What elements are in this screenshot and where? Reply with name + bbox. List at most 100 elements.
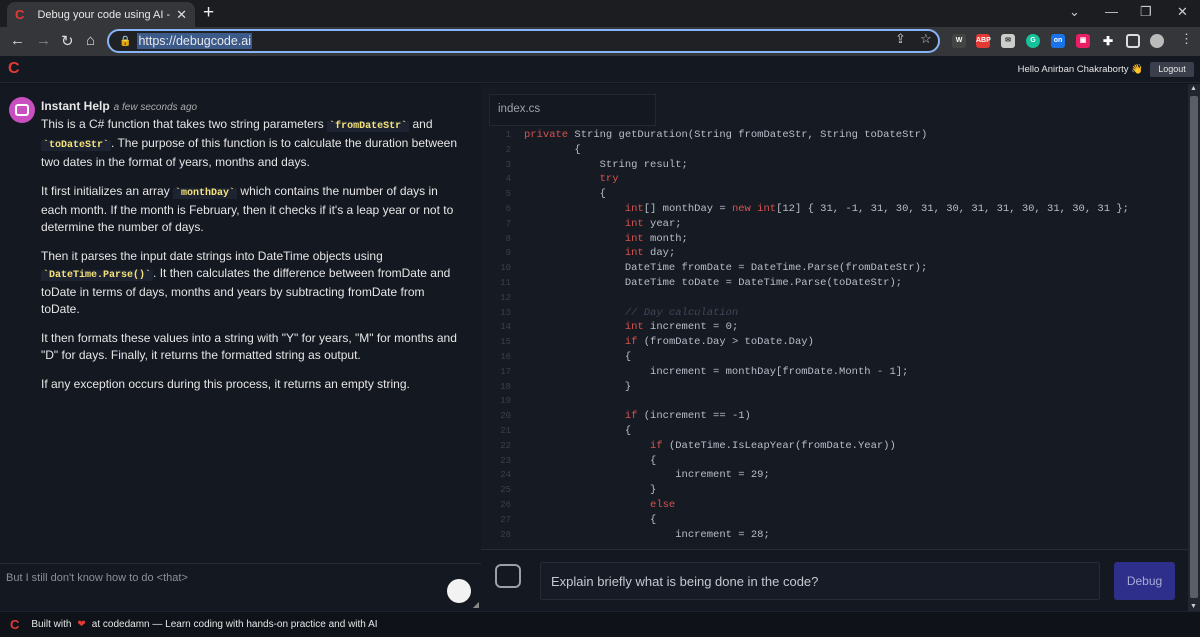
line-number: 15 xyxy=(500,337,511,348)
code-line[interactable]: 11 DateTime toDate = DateTime.Parse(toDa… xyxy=(481,276,1188,291)
code-line[interactable]: 23 { xyxy=(481,454,1188,469)
ask-bar: Explain briefly what is being done in th… xyxy=(481,549,1188,611)
code-line[interactable]: 25 } xyxy=(481,483,1188,498)
menu-dots-icon[interactable]: ⋮ xyxy=(1180,31,1193,47)
code-line[interactable]: 13 // Day calculation xyxy=(481,306,1188,321)
browser-tab-bar: C Debug your code using AI - Debu ✕ + ⌄ … xyxy=(0,0,1200,27)
profile-avatar[interactable] xyxy=(1150,34,1164,48)
code-line[interactable]: 26 else xyxy=(481,498,1188,513)
footer-built-with: Built with xyxy=(31,619,72,630)
code-text: int year; xyxy=(624,217,682,230)
code-text: else xyxy=(650,498,676,511)
puzzle-icon[interactable]: ✚ xyxy=(1101,34,1115,48)
code-line[interactable]: 6 int[] monthDay = new int[12] { 31, -1,… xyxy=(481,202,1188,217)
code-editor[interactable]: index.cs 1 private String getDuration(Str… xyxy=(481,84,1188,549)
file-tab[interactable]: index.cs xyxy=(489,94,656,126)
maximize-icon[interactable]: ❐ xyxy=(1140,4,1152,20)
app-header: C Hello Anirban Chakraborty 👋 Logout xyxy=(0,56,1200,83)
scroll-thumb[interactable] xyxy=(1190,96,1198,598)
line-number: 9 xyxy=(505,248,511,259)
new-tab-icon[interactable]: + xyxy=(203,2,214,24)
code-line[interactable]: 7 int year; xyxy=(481,217,1188,232)
code-text: { xyxy=(524,454,657,467)
line-number: 25 xyxy=(500,485,511,496)
home-icon[interactable]: ⌂ xyxy=(86,32,95,49)
reload-icon[interactable]: ↻ xyxy=(61,32,74,50)
question-input[interactable]: Explain briefly what is being done in th… xyxy=(540,562,1100,600)
code-lines[interactable]: 1 private String getDuration(String fromD… xyxy=(481,128,1188,542)
code-line[interactable]: 20 if (increment == -1) xyxy=(481,409,1188,424)
line-number: 24 xyxy=(500,470,511,481)
line-number: 20 xyxy=(500,411,511,422)
line-number: 8 xyxy=(505,233,511,244)
code-line[interactable]: 28 increment = 28; xyxy=(481,528,1188,543)
code-text: increment = 29; xyxy=(524,469,770,482)
send-button[interactable] xyxy=(447,579,471,603)
code-line[interactable]: 9 int day; xyxy=(481,246,1188,261)
line-number: 10 xyxy=(500,263,511,274)
line-number: 11 xyxy=(500,277,511,288)
code-line[interactable]: 21 { xyxy=(481,424,1188,439)
footer-tagline[interactable]: at codedamn — Learn coding with hands-on… xyxy=(92,619,378,630)
message-paragraph: Then it parses the input date strings in… xyxy=(41,249,451,316)
close-window-icon[interactable]: ✕ xyxy=(1177,4,1188,20)
extension-icon[interactable]: W xyxy=(952,34,966,48)
code-line[interactable]: 17 increment = monthDay[fromDate.Month -… xyxy=(481,365,1188,380)
code-text: { xyxy=(524,143,581,156)
code-line[interactable]: 8 int month; xyxy=(481,232,1188,247)
codedamn-logo[interactable]: C xyxy=(10,617,19,632)
message-paragraph: It first initializes an array `monthDay`… xyxy=(41,184,454,234)
code-line[interactable]: 18 } xyxy=(481,380,1188,395)
codedamn-logo[interactable]: C xyxy=(8,60,20,78)
code-line[interactable]: 24 increment = 29; xyxy=(481,468,1188,483)
code-line[interactable]: 16 { xyxy=(481,350,1188,365)
minimize-icon[interactable]: — xyxy=(1105,4,1118,19)
logout-button[interactable]: Logout xyxy=(1150,62,1194,77)
chat-reply-input[interactable]: But I still don't know how to do <that> xyxy=(6,572,188,584)
extension-icon[interactable]: ▣ xyxy=(1076,34,1090,48)
code-line[interactable]: 3 String result; xyxy=(481,158,1188,173)
code-line[interactable]: 14 int increment = 0; xyxy=(481,320,1188,335)
scrollbar[interactable]: ▲ ▼ xyxy=(1188,84,1200,611)
code-text: int increment = 0; xyxy=(624,321,739,334)
close-tab-icon[interactable]: ✕ xyxy=(176,7,187,23)
debug-button[interactable]: Debug xyxy=(1114,562,1175,600)
grammarly-extension-icon[interactable]: G xyxy=(1026,34,1040,48)
url-text[interactable]: https://debugcode.ai xyxy=(137,33,253,49)
extension-icon[interactable]: on xyxy=(1051,34,1065,48)
back-arrow-icon[interactable]: ← xyxy=(10,32,25,49)
code-text: try xyxy=(599,173,619,186)
message-timestamp: a few seconds ago xyxy=(113,102,198,113)
message-paragraph: This is a C# function that takes two str… xyxy=(41,117,458,169)
share-icon[interactable]: ⇪ xyxy=(895,31,906,47)
code-line[interactable]: 19 xyxy=(481,394,1188,409)
code-line[interactable]: 5 { xyxy=(481,187,1188,202)
inline-code: `fromDateStr` xyxy=(327,121,410,132)
code-line[interactable]: 22 if (DateTime.IsLeapYear(fromDate.Year… xyxy=(481,439,1188,454)
code-line[interactable]: 10 DateTime fromDate = DateTime.Parse(fr… xyxy=(481,261,1188,276)
bookmark-star-icon[interactable]: ☆ xyxy=(920,31,932,47)
line-number: 22 xyxy=(500,440,511,451)
sidepanel-icon[interactable] xyxy=(1126,34,1140,48)
address-bar[interactable]: 🔒 https://debugcode.ai xyxy=(107,29,940,53)
code-text: increment = monthDay[fromDate.Month - 1]… xyxy=(524,365,909,378)
resize-handle-icon[interactable]: ◢ xyxy=(473,600,479,609)
scroll-down-icon[interactable]: ▼ xyxy=(1190,603,1197,610)
code-line[interactable]: 27 { xyxy=(481,513,1188,528)
forward-arrow-icon[interactable]: → xyxy=(36,32,51,49)
browser-tab[interactable]: C Debug your code using AI - Debu ✕ xyxy=(7,2,195,27)
code-line[interactable]: 2 { xyxy=(481,143,1188,158)
code-line[interactable]: 12 xyxy=(481,291,1188,306)
code-text: int month; xyxy=(624,232,688,245)
code-text: if (DateTime.IsLeapYear(fromDate.Year)) xyxy=(650,439,896,452)
code-line[interactable]: 15 if (fromDate.Day > toDate.Day) xyxy=(481,335,1188,350)
scroll-up-icon[interactable]: ▲ xyxy=(1190,85,1197,92)
chat-composer: But I still don't know how to do <that> … xyxy=(0,563,481,611)
mail-extension-icon[interactable]: ✉ xyxy=(1001,34,1015,48)
chat-panel: Instant Help a few seconds ago This is a… xyxy=(0,84,481,563)
abp-extension-icon[interactable]: ABP xyxy=(976,34,991,48)
code-line[interactable]: 1 private String getDuration(String fromD… xyxy=(481,128,1188,143)
inline-code: `monthDay` xyxy=(173,188,238,199)
tab-search-chevron-icon[interactable]: ⌄ xyxy=(1069,4,1080,20)
code-line[interactable]: 4 try xyxy=(481,172,1188,187)
